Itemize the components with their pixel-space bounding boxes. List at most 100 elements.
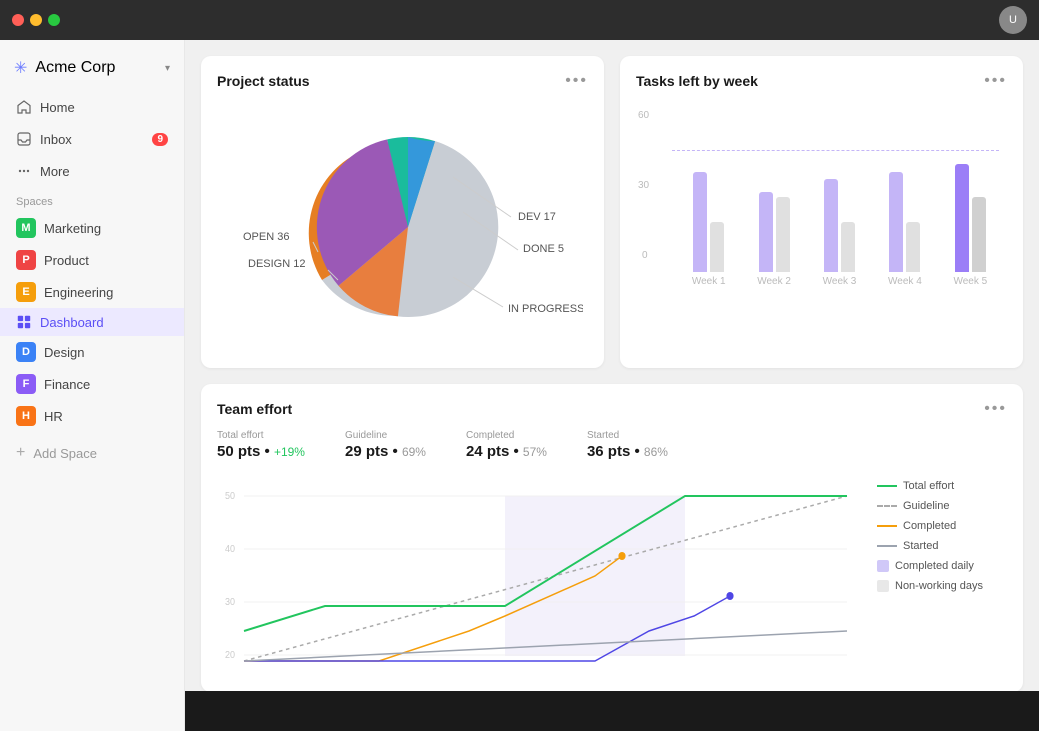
sidebar-item-product[interactable]: P Product bbox=[0, 244, 184, 276]
bars-container bbox=[672, 112, 1007, 272]
x-labels: Week 1 Week 2 Week 3 Week 4 Week 5 bbox=[672, 272, 1007, 287]
more-icon bbox=[16, 163, 32, 179]
titlebar: U bbox=[0, 0, 1039, 40]
legend-line-icon bbox=[877, 545, 897, 547]
space-icon: E bbox=[16, 282, 36, 302]
inbox-badge: 9 bbox=[152, 133, 168, 146]
space-label: Design bbox=[44, 345, 84, 360]
stat-label: Started bbox=[587, 430, 668, 441]
sidebar-item-design[interactable]: D Design bbox=[0, 336, 184, 368]
week4-group bbox=[876, 112, 933, 272]
sidebar-item-label: Inbox bbox=[40, 132, 72, 147]
home-icon bbox=[16, 99, 32, 115]
y-label-0: 0 bbox=[642, 250, 648, 261]
bar-purple bbox=[759, 192, 773, 272]
sidebar-item-label: Home bbox=[40, 100, 75, 115]
legend-line-icon bbox=[877, 485, 897, 487]
card-menu-button[interactable]: ••• bbox=[984, 400, 1007, 418]
space-label: Marketing bbox=[44, 221, 101, 236]
sidebar-item-finance[interactable]: F Finance bbox=[0, 368, 184, 400]
space-icon: D bbox=[16, 342, 36, 362]
stat-guideline: Guideline 29 pts • 69% bbox=[345, 430, 426, 460]
close-button[interactable] bbox=[12, 14, 24, 26]
nav-section: Home Inbox 9 More bbox=[0, 92, 184, 186]
brand[interactable]: ✳ Acme Corp ▾ bbox=[0, 52, 184, 92]
card-header: Project status ••• bbox=[217, 72, 588, 90]
plus-icon: + bbox=[16, 444, 25, 462]
sidebar-item-inbox[interactable]: Inbox 9 bbox=[8, 124, 176, 154]
legend-label: Started bbox=[903, 540, 938, 552]
space-icon: H bbox=[16, 406, 36, 426]
add-space-label: Add Space bbox=[33, 446, 97, 461]
sidebar-item-dashboard[interactable]: Dashboard bbox=[0, 308, 184, 336]
spaces-label: Spaces bbox=[0, 186, 184, 212]
team-effort-card: Team effort ••• Total effort 50 pts • +1… bbox=[201, 384, 1023, 691]
space-icon: P bbox=[16, 250, 36, 270]
sidebar-item-engineering[interactable]: E Engineering bbox=[0, 276, 184, 308]
svg-text:30: 30 bbox=[225, 597, 235, 609]
pie-chart: DEV 17 DONE 5 IN PROGRESS 5 OPEN 36 DESI… bbox=[223, 112, 583, 342]
card-menu-button[interactable]: ••• bbox=[984, 72, 1007, 90]
svg-text:20: 20 bbox=[225, 650, 235, 662]
spaces-list: M Marketing P Product E Engineering Dash… bbox=[0, 212, 184, 432]
stat-value: 36 pts • 86% bbox=[587, 443, 668, 460]
chevron-down-icon: ▾ bbox=[165, 63, 170, 74]
bar-purple bbox=[693, 172, 707, 272]
sidebar-item-home[interactable]: Home bbox=[8, 92, 176, 122]
project-status-card: Project status ••• bbox=[201, 56, 604, 368]
minimize-button[interactable] bbox=[30, 14, 42, 26]
avatar[interactable]: U bbox=[999, 6, 1027, 34]
sidebar: ✳ Acme Corp ▾ Home Inbox 9 More Spaces bbox=[0, 40, 185, 731]
dashboard-icon bbox=[16, 314, 32, 330]
bar-gray bbox=[972, 197, 986, 272]
sidebar-item-marketing[interactable]: M Marketing bbox=[0, 212, 184, 244]
x-label-week5: Week 5 bbox=[942, 276, 999, 287]
svg-text:40: 40 bbox=[225, 544, 235, 556]
bar-purple-dark bbox=[955, 164, 969, 272]
dev-label: DEV 17 bbox=[518, 211, 556, 223]
add-space-button[interactable]: + Add Space bbox=[0, 436, 184, 470]
effort-chart-wrapper: 50 40 30 20 bbox=[217, 476, 1007, 676]
traffic-lights bbox=[12, 14, 60, 26]
effort-legend: Total effort Guideline Completed Started… bbox=[877, 476, 1007, 676]
legend-box-icon bbox=[877, 580, 889, 592]
legend-label: Total effort bbox=[903, 480, 954, 492]
stat-label: Guideline bbox=[345, 430, 426, 441]
effort-stats: Total effort 50 pts • +19% Guideline 29 … bbox=[217, 430, 1007, 460]
completed-dot bbox=[618, 552, 625, 560]
bar-gray bbox=[776, 197, 790, 272]
legend-non-working: Non-working days bbox=[877, 580, 1007, 592]
legend-completed-daily: Completed daily bbox=[877, 560, 1007, 572]
space-label: Finance bbox=[44, 377, 90, 392]
card-title: Project status bbox=[217, 73, 310, 89]
stat-total-effort: Total effort 50 pts • +19% bbox=[217, 430, 305, 460]
in-progress-label: IN PROGRESS 5 bbox=[508, 303, 583, 315]
x-label-week4: Week 4 bbox=[876, 276, 933, 287]
sidebar-item-hr[interactable]: H HR bbox=[0, 400, 184, 432]
stat-started: Started 36 pts • 86% bbox=[587, 430, 668, 460]
sidebar-item-more[interactable]: More bbox=[8, 156, 176, 186]
week5-group bbox=[942, 112, 999, 272]
space-label: Dashboard bbox=[40, 315, 104, 330]
done-label: DONE 5 bbox=[523, 243, 564, 255]
sidebar-item-label: More bbox=[40, 164, 70, 179]
effort-svg: 50 40 30 20 bbox=[217, 476, 865, 676]
stat-label: Completed bbox=[466, 430, 547, 441]
legend-started: Started bbox=[877, 540, 1007, 552]
legend-box-icon bbox=[877, 560, 889, 572]
bar-purple bbox=[889, 172, 903, 272]
week2-group bbox=[745, 112, 802, 272]
pie-segments bbox=[316, 137, 497, 317]
space-label: HR bbox=[44, 409, 63, 424]
pie-chart-container: DEV 17 DONE 5 IN PROGRESS 5 OPEN 36 DESI… bbox=[217, 102, 588, 352]
svg-text:50: 50 bbox=[225, 491, 235, 503]
stat-value: 50 pts • +19% bbox=[217, 443, 305, 460]
legend-label: Completed daily bbox=[895, 560, 974, 572]
legend-guideline: Guideline bbox=[877, 500, 1007, 512]
card-header: Tasks left by week ••• bbox=[636, 72, 1007, 90]
space-label: Product bbox=[44, 253, 89, 268]
y-label-60: 60 bbox=[638, 110, 649, 121]
legend-completed: Completed bbox=[877, 520, 1007, 532]
card-menu-button[interactable]: ••• bbox=[565, 72, 588, 90]
maximize-button[interactable] bbox=[48, 14, 60, 26]
